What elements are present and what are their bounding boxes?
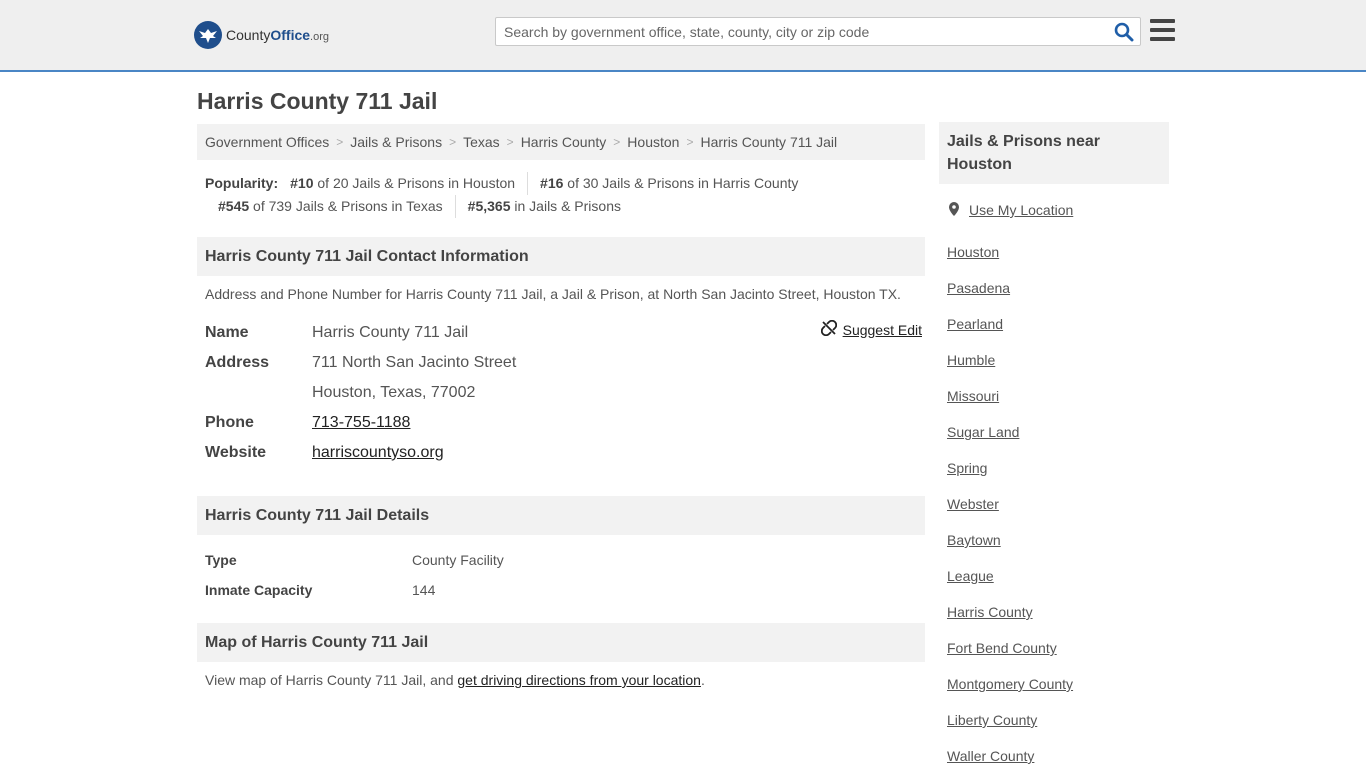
name-label: Name — [205, 324, 249, 341]
map-heading: Map of Harris County 711 Jail — [197, 623, 925, 662]
sidebar-item-league[interactable]: League — [947, 558, 1073, 594]
details-row-capacity: Inmate Capacity 144 — [205, 575, 504, 605]
sidebar-item-waller-county[interactable]: Waller County — [947, 738, 1073, 768]
capacity-value: 144 — [412, 582, 436, 598]
popularity-item: #16 of 30 Jails & Prisons in Harris Coun… — [527, 172, 810, 195]
popularity-label: Popularity: — [205, 175, 279, 191]
breadcrumb-jails-prisons[interactable]: Jails & Prisons — [350, 134, 442, 150]
breadcrumb: Government Offices > Jails & Prisons > T… — [197, 124, 925, 160]
eagle-logo-icon — [194, 21, 222, 49]
type-label: Type — [205, 552, 237, 568]
info-row-address-2: Houston, Texas, 77002 — [205, 378, 922, 408]
popularity-item: #10 of 20 Jails & Prisons in Houston — [290, 175, 516, 191]
site-header: CountyOffice.org — [0, 0, 1366, 72]
suggest-edit[interactable]: Suggest Edit — [820, 319, 922, 339]
type-value: County Facility — [412, 552, 504, 568]
sidebar-item-liberty-county[interactable]: Liberty County — [947, 702, 1073, 738]
hamburger-menu-icon[interactable] — [1150, 19, 1175, 41]
use-location-link[interactable]: Use My Location — [969, 202, 1073, 218]
sidebar-heading: Jails & Prisons near Houston — [939, 122, 1169, 184]
suggest-edit-link[interactable]: Suggest Edit — [843, 322, 922, 338]
info-row-phone: Phone 713-755-1188 — [205, 408, 922, 438]
chevron-right-icon: > — [336, 135, 344, 149]
breadcrumb-harris-county[interactable]: Harris County — [521, 134, 607, 150]
popularity: Popularity: #10 of 20 Jails & Prisons in… — [205, 172, 925, 218]
map-pin-icon — [947, 201, 961, 220]
use-location[interactable]: Use My Location — [947, 198, 1073, 222]
driving-directions-link[interactable]: get driving directions from your locatio… — [457, 672, 701, 688]
popularity-item: #545 of 739 Jails & Prisons in Texas — [218, 198, 443, 214]
sidebar-item-baytown[interactable]: Baytown — [947, 522, 1073, 558]
breadcrumb-government-offices[interactable]: Government Offices — [205, 134, 329, 150]
broken-link-icon — [820, 319, 837, 339]
site-logo[interactable]: CountyOffice.org — [194, 20, 329, 50]
breadcrumb-texas[interactable]: Texas — [463, 134, 500, 150]
popularity-item: #5,365 in Jails & Prisons — [454, 195, 633, 218]
phone-label: Phone — [205, 414, 254, 431]
address-label: Address — [205, 354, 270, 371]
map-description: View map of Harris County 711 Jail, and … — [205, 672, 705, 688]
address-line2: Houston, Texas, 77002 — [312, 384, 476, 401]
sidebar-item-harris-county[interactable]: Harris County — [947, 594, 1073, 630]
search-icon[interactable] — [1114, 22, 1134, 42]
chevron-right-icon: > — [613, 135, 621, 149]
logo-text-office: Office — [270, 27, 311, 43]
search-input[interactable] — [496, 18, 1106, 45]
contact-info: Name Harris County 711 Jail Address 711 … — [205, 318, 922, 468]
breadcrumb-current: Harris County 711 Jail — [700, 134, 838, 150]
phone-link[interactable]: 713-755-1188 — [312, 414, 410, 431]
info-row-name: Name Harris County 711 Jail — [205, 318, 922, 348]
details-info: Type County Facility Inmate Capacity 144 — [205, 545, 504, 605]
website-link[interactable]: harriscountyso.org — [312, 444, 444, 461]
sidebar-item-sugar-land[interactable]: Sugar Land — [947, 414, 1073, 450]
info-row-address: Address 711 North San Jacinto Street — [205, 348, 922, 378]
website-label: Website — [205, 444, 267, 461]
sidebar-item-houston[interactable]: Houston — [947, 234, 1073, 270]
logo-text-org: .org — [310, 31, 330, 43]
chevron-right-icon: > — [506, 135, 514, 149]
sidebar-item-humble[interactable]: Humble — [947, 342, 1073, 378]
contact-description: Address and Phone Number for Harris Coun… — [205, 286, 901, 302]
breadcrumb-houston[interactable]: Houston — [627, 134, 679, 150]
logo-text: CountyOffice.org — [226, 27, 329, 43]
sidebar-item-pearland[interactable]: Pearland — [947, 306, 1073, 342]
sidebar-item-webster[interactable]: Webster — [947, 486, 1073, 522]
capacity-label: Inmate Capacity — [205, 582, 313, 598]
search-box — [495, 17, 1141, 46]
logo-text-county: County — [226, 27, 271, 43]
sidebar-item-pasadena[interactable]: Pasadena — [947, 270, 1073, 306]
address-line1: 711 North San Jacinto Street — [312, 354, 517, 371]
name-value: Harris County 711 Jail — [312, 324, 469, 341]
details-row-type: Type County Facility — [205, 545, 504, 575]
sidebar-item-missouri[interactable]: Missouri — [947, 378, 1073, 414]
details-heading: Harris County 711 Jail Details — [197, 496, 925, 535]
page-title: Harris County 711 Jail — [197, 88, 438, 114]
chevron-right-icon: > — [686, 135, 694, 149]
sidebar-item-montgomery-county[interactable]: Montgomery County — [947, 666, 1073, 702]
sidebar-list: Use My Location Houston Pasadena Pearlan… — [947, 198, 1073, 768]
info-row-website: Website harriscountyso.org — [205, 438, 922, 468]
chevron-right-icon: > — [449, 135, 457, 149]
contact-heading: Harris County 711 Jail Contact Informati… — [197, 237, 925, 276]
sidebar-item-spring[interactable]: Spring — [947, 450, 1073, 486]
sidebar-item-fort-bend-county[interactable]: Fort Bend County — [947, 630, 1073, 666]
